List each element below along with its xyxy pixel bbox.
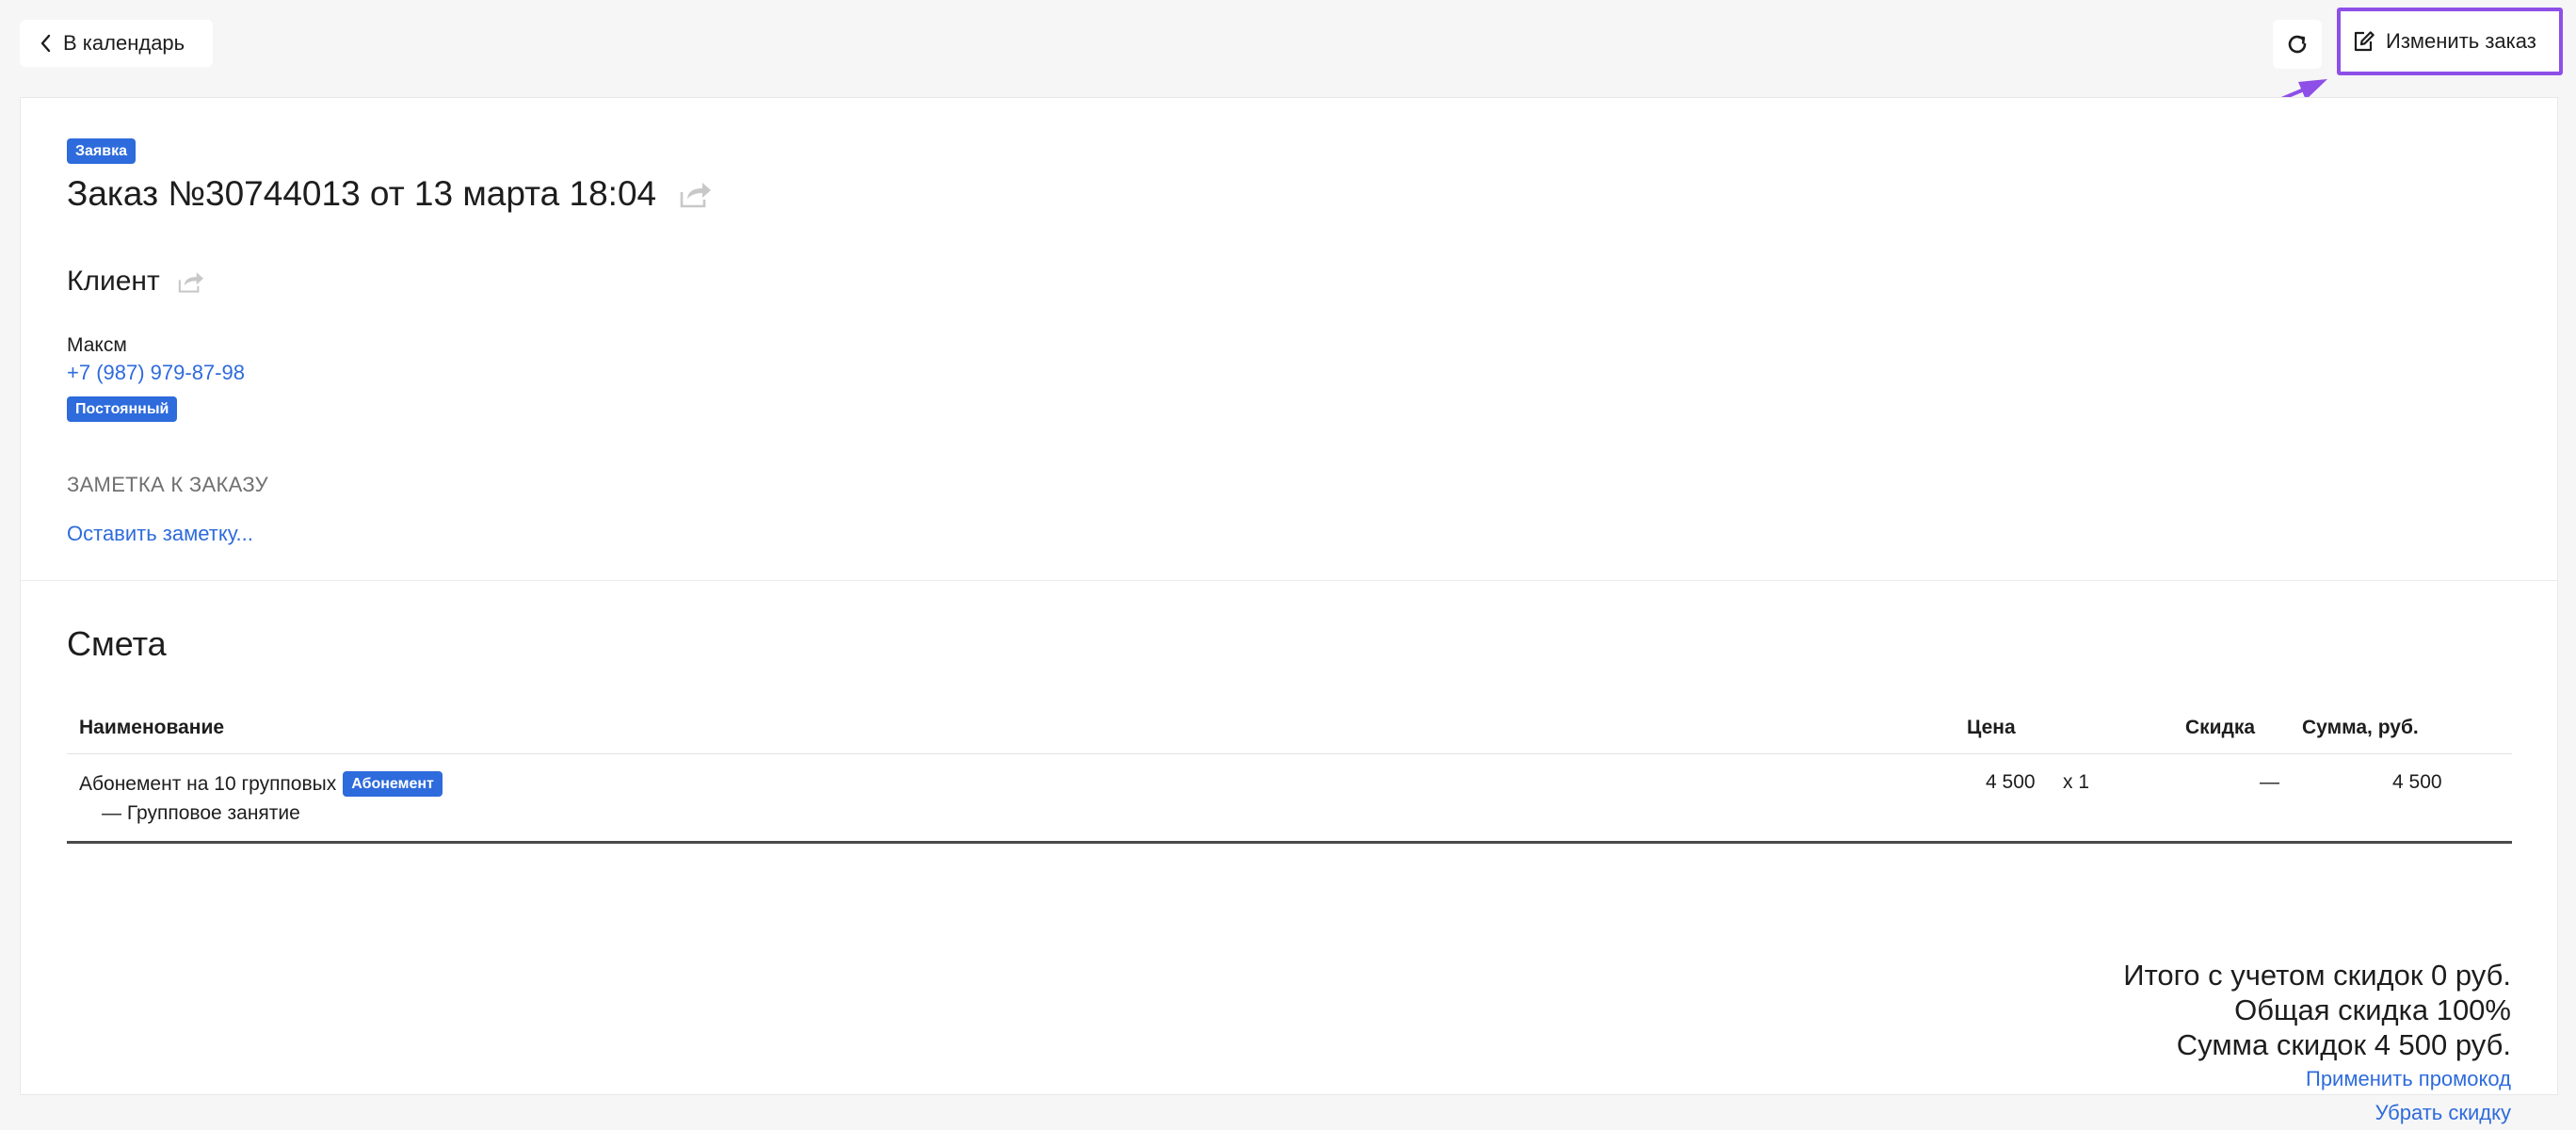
- column-header-sum: Сумма, руб.: [2302, 717, 2419, 738]
- row-quantity: x 1: [2063, 771, 2090, 793]
- refresh-button[interactable]: [2273, 20, 2322, 69]
- client-phone-link[interactable]: +7 (987) 979-87-98: [67, 361, 245, 385]
- top-bar: В календарь Изменить заказ: [0, 0, 2576, 94]
- total-discount-percent: Общая скидка 100%: [2234, 993, 2511, 1026]
- client-heading-text: Клиент: [67, 266, 160, 297]
- order-title: Заказ №30744013 от 13 марта 18:04: [67, 173, 713, 215]
- back-button-label: В календарь: [63, 31, 185, 55]
- table-row: Абонемент на 10 групповых Абонемент — Гр…: [67, 754, 2512, 844]
- order-info-section: Заявка Заказ №30744013 от 13 марта 18:04…: [21, 98, 2557, 581]
- refresh-icon: [2288, 35, 2307, 54]
- estimate-totals: Итого с учетом скидок 0 руб. Общая скидк…: [2123, 958, 2511, 1130]
- row-name: Абонемент на 10 групповых Абонемент: [79, 771, 443, 797]
- add-note-link[interactable]: Оставить заметку...: [67, 522, 253, 546]
- order-title-text: Заказ №30744013 от 13 марта 18:04: [67, 174, 657, 213]
- row-sum: 4 500: [2392, 771, 2442, 793]
- share-icon[interactable]: [679, 179, 713, 209]
- edit-icon: [2354, 31, 2375, 52]
- row-discount: —: [2260, 771, 2279, 793]
- client-name: Максм: [67, 334, 127, 356]
- column-header-discount: Скидка: [2185, 717, 2256, 738]
- column-header-price: Цена: [1967, 717, 2016, 738]
- order-card: Заявка Заказ №30744013 от 13 марта 18:04…: [20, 97, 2558, 1124]
- edit-order-button[interactable]: Изменить заказ: [2337, 8, 2563, 75]
- order-status-badge: Заявка: [67, 138, 136, 164]
- apply-promo-link[interactable]: Применить промокод: [2123, 1062, 2511, 1096]
- discount-sum: Сумма скидок 4 500 руб.: [2176, 1028, 2511, 1061]
- order-note-label: ЗАМЕТКА К ЗАКАЗУ: [67, 473, 268, 496]
- row-subitem: — Групповое занятие: [102, 802, 300, 824]
- estimate-table: Наименование Цена Скидка Сумма, руб. Або…: [67, 701, 2512, 844]
- client-status-badge: Постоянный: [67, 396, 178, 422]
- row-type-badge: Абонемент: [343, 771, 443, 797]
- share-icon[interactable]: [177, 269, 205, 294]
- row-name-text: Абонемент на 10 групповых: [79, 772, 337, 795]
- total-with-discount: Итого с учетом скидок 0 руб.: [2123, 959, 2511, 992]
- table-header: Наименование Цена Скидка Сумма, руб.: [67, 701, 2512, 754]
- estimate-title: Смета: [67, 624, 167, 663]
- row-price: 4 500: [1986, 771, 2036, 793]
- column-header-name: Наименование: [79, 717, 225, 738]
- back-to-calendar-button[interactable]: В календарь: [20, 20, 213, 67]
- client-heading: Клиент: [67, 265, 205, 299]
- chevron-left-icon: [40, 34, 51, 53]
- edit-order-label: Изменить заказ: [2386, 29, 2536, 53]
- remove-discount-link[interactable]: Убрать скидку: [2123, 1096, 2511, 1130]
